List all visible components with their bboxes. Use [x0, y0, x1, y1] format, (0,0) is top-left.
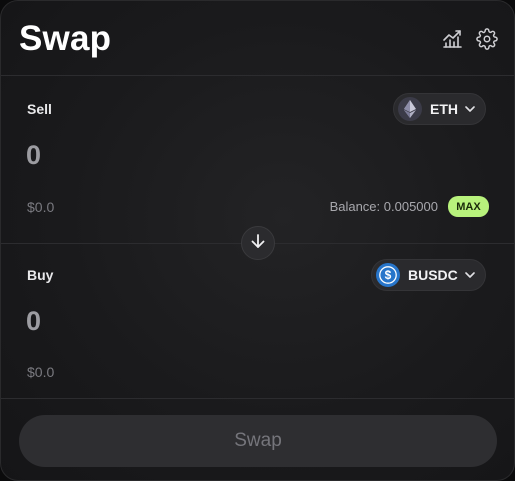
sell-amount-input[interactable] — [26, 140, 226, 171]
chevron-down-icon — [465, 106, 475, 112]
usdc-icon: $ — [376, 263, 400, 287]
bottom-divider — [1, 398, 514, 399]
flip-tokens-button[interactable] — [241, 226, 275, 260]
swap-button[interactable]: Swap — [19, 415, 497, 467]
swap-card: Swap Sell ETH 0 $0.0 Balance: 0.005000 M… — [0, 0, 515, 481]
buy-token-symbol: BUSDC — [408, 267, 458, 283]
chart-icon[interactable] — [441, 28, 463, 50]
sell-token-symbol: ETH — [430, 101, 458, 117]
eth-icon — [398, 97, 422, 121]
buy-usd-value: $0.0 — [27, 364, 55, 380]
max-button[interactable]: MAX — [448, 196, 489, 217]
arrow-down-icon — [250, 233, 266, 254]
sell-usd-value: $0.0 — [27, 199, 55, 215]
page-title: Swap — [19, 19, 112, 58]
gear-icon[interactable] — [476, 28, 498, 50]
chevron-down-icon — [464, 272, 475, 278]
sell-balance: Balance: 0.005000 — [329, 199, 438, 214]
header-divider — [1, 75, 514, 76]
buy-amount-input[interactable] — [26, 306, 226, 337]
sell-token-selector[interactable]: ETH — [393, 93, 486, 125]
buy-label: Buy — [27, 267, 54, 283]
buy-token-selector[interactable]: $ BUSDC — [371, 259, 486, 291]
sell-label: Sell — [27, 101, 52, 117]
svg-text:$: $ — [385, 268, 392, 282]
swap-header: Swap — [1, 1, 514, 75]
